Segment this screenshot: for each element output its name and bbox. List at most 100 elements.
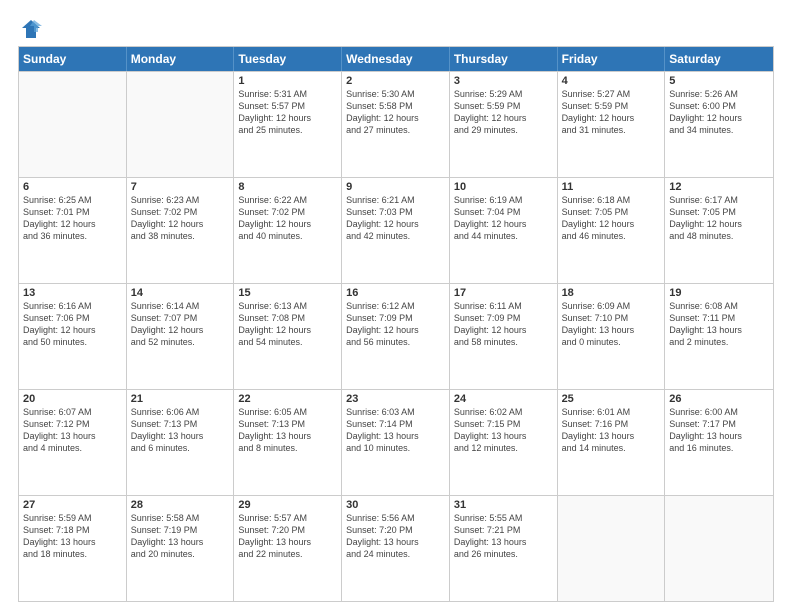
cell-info: Sunrise: 6:00 AMSunset: 7:17 PMDaylight:… (669, 406, 769, 455)
calendar-cell (558, 496, 666, 601)
day-number: 15 (238, 287, 337, 299)
calendar-cell: 14Sunrise: 6:14 AMSunset: 7:07 PMDayligh… (127, 284, 235, 389)
day-number: 25 (562, 393, 661, 405)
day-number: 27 (23, 499, 122, 511)
day-number: 13 (23, 287, 122, 299)
header-day-friday: Friday (558, 47, 666, 71)
cell-info: Sunrise: 6:13 AMSunset: 7:08 PMDaylight:… (238, 300, 337, 349)
calendar-cell: 21Sunrise: 6:06 AMSunset: 7:13 PMDayligh… (127, 390, 235, 495)
cell-info: Sunrise: 6:02 AMSunset: 7:15 PMDaylight:… (454, 406, 553, 455)
calendar-cell: 2Sunrise: 5:30 AMSunset: 5:58 PMDaylight… (342, 72, 450, 177)
cell-info: Sunrise: 6:16 AMSunset: 7:06 PMDaylight:… (23, 300, 122, 349)
day-number: 7 (131, 181, 230, 193)
day-number: 17 (454, 287, 553, 299)
calendar-row-3: 20Sunrise: 6:07 AMSunset: 7:12 PMDayligh… (19, 389, 773, 495)
day-number: 12 (669, 181, 769, 193)
calendar-cell: 5Sunrise: 5:26 AMSunset: 6:00 PMDaylight… (665, 72, 773, 177)
calendar-cell: 9Sunrise: 6:21 AMSunset: 7:03 PMDaylight… (342, 178, 450, 283)
day-number: 8 (238, 181, 337, 193)
cell-info: Sunrise: 5:56 AMSunset: 7:20 PMDaylight:… (346, 512, 445, 561)
cell-info: Sunrise: 6:25 AMSunset: 7:01 PMDaylight:… (23, 194, 122, 243)
cell-info: Sunrise: 6:05 AMSunset: 7:13 PMDaylight:… (238, 406, 337, 455)
day-number: 6 (23, 181, 122, 193)
day-number: 10 (454, 181, 553, 193)
day-number: 16 (346, 287, 445, 299)
calendar-cell: 18Sunrise: 6:09 AMSunset: 7:10 PMDayligh… (558, 284, 666, 389)
day-number: 19 (669, 287, 769, 299)
cell-info: Sunrise: 5:27 AMSunset: 5:59 PMDaylight:… (562, 88, 661, 137)
cell-info: Sunrise: 6:12 AMSunset: 7:09 PMDaylight:… (346, 300, 445, 349)
calendar-cell: 19Sunrise: 6:08 AMSunset: 7:11 PMDayligh… (665, 284, 773, 389)
cell-info: Sunrise: 5:29 AMSunset: 5:59 PMDaylight:… (454, 88, 553, 137)
cell-info: Sunrise: 5:58 AMSunset: 7:19 PMDaylight:… (131, 512, 230, 561)
cell-info: Sunrise: 6:07 AMSunset: 7:12 PMDaylight:… (23, 406, 122, 455)
calendar-body: 1Sunrise: 5:31 AMSunset: 5:57 PMDaylight… (19, 71, 773, 601)
calendar-cell: 3Sunrise: 5:29 AMSunset: 5:59 PMDaylight… (450, 72, 558, 177)
cell-info: Sunrise: 5:31 AMSunset: 5:57 PMDaylight:… (238, 88, 337, 137)
cell-info: Sunrise: 5:26 AMSunset: 6:00 PMDaylight:… (669, 88, 769, 137)
calendar-cell: 27Sunrise: 5:59 AMSunset: 7:18 PMDayligh… (19, 496, 127, 601)
day-number: 20 (23, 393, 122, 405)
calendar-row-0: 1Sunrise: 5:31 AMSunset: 5:57 PMDaylight… (19, 71, 773, 177)
header-day-thursday: Thursday (450, 47, 558, 71)
day-number: 28 (131, 499, 230, 511)
cell-info: Sunrise: 6:22 AMSunset: 7:02 PMDaylight:… (238, 194, 337, 243)
day-number: 9 (346, 181, 445, 193)
cell-info: Sunrise: 6:19 AMSunset: 7:04 PMDaylight:… (454, 194, 553, 243)
calendar-cell: 24Sunrise: 6:02 AMSunset: 7:15 PMDayligh… (450, 390, 558, 495)
calendar-cell: 23Sunrise: 6:03 AMSunset: 7:14 PMDayligh… (342, 390, 450, 495)
day-number: 5 (669, 75, 769, 87)
calendar: SundayMondayTuesdayWednesdayThursdayFrid… (18, 46, 774, 602)
cell-info: Sunrise: 6:09 AMSunset: 7:10 PMDaylight:… (562, 300, 661, 349)
header (18, 18, 774, 40)
day-number: 18 (562, 287, 661, 299)
calendar-row-1: 6Sunrise: 6:25 AMSunset: 7:01 PMDaylight… (19, 177, 773, 283)
day-number: 4 (562, 75, 661, 87)
cell-info: Sunrise: 5:55 AMSunset: 7:21 PMDaylight:… (454, 512, 553, 561)
calendar-header: SundayMondayTuesdayWednesdayThursdayFrid… (19, 47, 773, 71)
cell-info: Sunrise: 6:08 AMSunset: 7:11 PMDaylight:… (669, 300, 769, 349)
day-number: 21 (131, 393, 230, 405)
cell-info: Sunrise: 6:03 AMSunset: 7:14 PMDaylight:… (346, 406, 445, 455)
calendar-row-2: 13Sunrise: 6:16 AMSunset: 7:06 PMDayligh… (19, 283, 773, 389)
calendar-cell (127, 72, 235, 177)
calendar-cell (19, 72, 127, 177)
cell-info: Sunrise: 6:14 AMSunset: 7:07 PMDaylight:… (131, 300, 230, 349)
header-day-saturday: Saturday (665, 47, 773, 71)
day-number: 29 (238, 499, 337, 511)
calendar-cell: 26Sunrise: 6:00 AMSunset: 7:17 PMDayligh… (665, 390, 773, 495)
day-number: 11 (562, 181, 661, 193)
cell-info: Sunrise: 6:06 AMSunset: 7:13 PMDaylight:… (131, 406, 230, 455)
day-number: 2 (346, 75, 445, 87)
header-day-sunday: Sunday (19, 47, 127, 71)
calendar-cell: 1Sunrise: 5:31 AMSunset: 5:57 PMDaylight… (234, 72, 342, 177)
calendar-cell: 13Sunrise: 6:16 AMSunset: 7:06 PMDayligh… (19, 284, 127, 389)
calendar-cell: 22Sunrise: 6:05 AMSunset: 7:13 PMDayligh… (234, 390, 342, 495)
calendar-cell: 20Sunrise: 6:07 AMSunset: 7:12 PMDayligh… (19, 390, 127, 495)
cell-info: Sunrise: 6:17 AMSunset: 7:05 PMDaylight:… (669, 194, 769, 243)
calendar-cell: 30Sunrise: 5:56 AMSunset: 7:20 PMDayligh… (342, 496, 450, 601)
day-number: 1 (238, 75, 337, 87)
calendar-cell (665, 496, 773, 601)
cell-info: Sunrise: 5:59 AMSunset: 7:18 PMDaylight:… (23, 512, 122, 561)
header-day-wednesday: Wednesday (342, 47, 450, 71)
calendar-cell: 31Sunrise: 5:55 AMSunset: 7:21 PMDayligh… (450, 496, 558, 601)
day-number: 26 (669, 393, 769, 405)
cell-info: Sunrise: 5:30 AMSunset: 5:58 PMDaylight:… (346, 88, 445, 137)
calendar-cell: 12Sunrise: 6:17 AMSunset: 7:05 PMDayligh… (665, 178, 773, 283)
cell-info: Sunrise: 6:11 AMSunset: 7:09 PMDaylight:… (454, 300, 553, 349)
calendar-cell: 10Sunrise: 6:19 AMSunset: 7:04 PMDayligh… (450, 178, 558, 283)
cell-info: Sunrise: 6:01 AMSunset: 7:16 PMDaylight:… (562, 406, 661, 455)
calendar-cell: 29Sunrise: 5:57 AMSunset: 7:20 PMDayligh… (234, 496, 342, 601)
logo (18, 18, 42, 40)
day-number: 22 (238, 393, 337, 405)
header-day-monday: Monday (127, 47, 235, 71)
header-day-tuesday: Tuesday (234, 47, 342, 71)
page: SundayMondayTuesdayWednesdayThursdayFrid… (0, 0, 792, 612)
cell-info: Sunrise: 5:57 AMSunset: 7:20 PMDaylight:… (238, 512, 337, 561)
calendar-cell: 7Sunrise: 6:23 AMSunset: 7:02 PMDaylight… (127, 178, 235, 283)
day-number: 30 (346, 499, 445, 511)
calendar-cell: 11Sunrise: 6:18 AMSunset: 7:05 PMDayligh… (558, 178, 666, 283)
calendar-cell: 4Sunrise: 5:27 AMSunset: 5:59 PMDaylight… (558, 72, 666, 177)
day-number: 23 (346, 393, 445, 405)
